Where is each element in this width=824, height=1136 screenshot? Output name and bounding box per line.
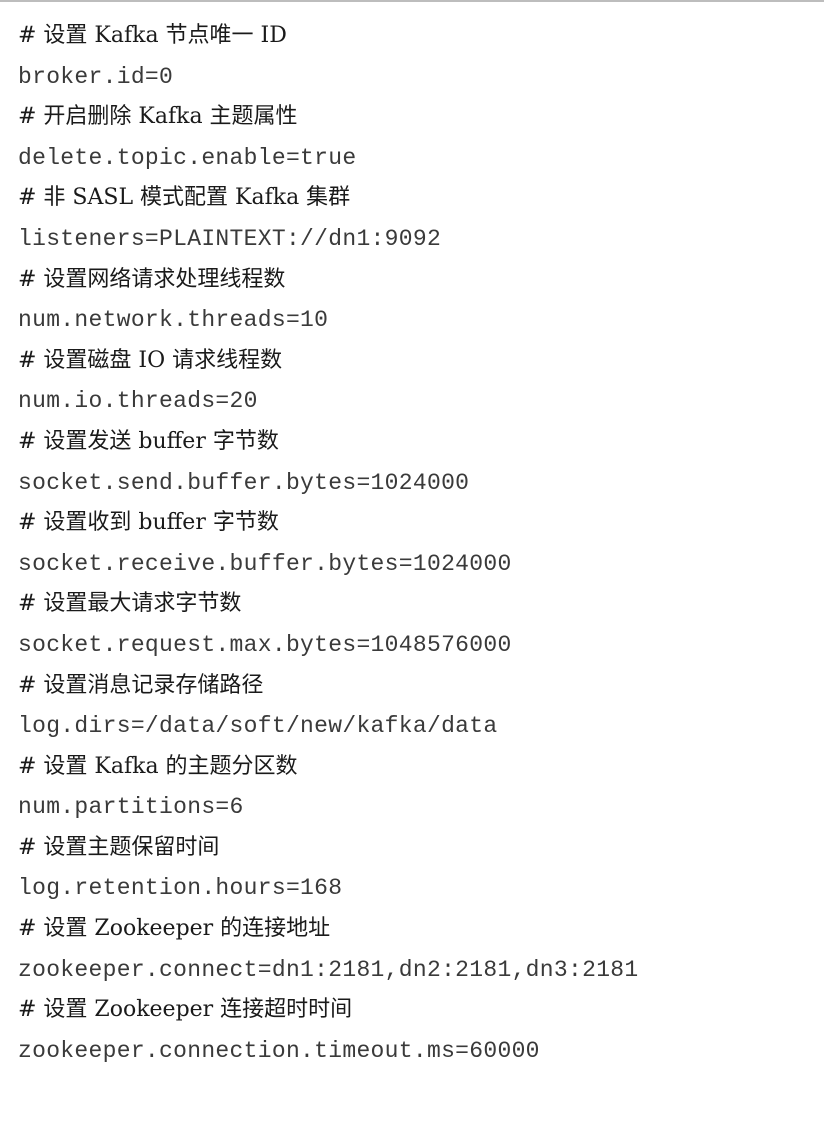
comment-line-delete-topic: # 开启删除 Kafka 主题属性	[18, 104, 298, 130]
config-line-network-threads: num.network.threads=10	[18, 307, 329, 334]
config-line-broker-id: broker.id=0	[18, 63, 174, 90]
config-line-zookeeper-timeout: zookeeper.connection.timeout.ms=60000	[18, 1037, 540, 1064]
comment-line-request-max: # 设置最大请求字节数	[18, 591, 242, 617]
config-line-retention: log.retention.hours=168	[18, 875, 343, 902]
kafka-config-listing: # 设置 Kafka 节点唯一 ID broker.id=0 # 开启删除 Ka…	[18, 16, 824, 1071]
comment-line-receive-buffer: # 设置收到 buffer 字节数	[18, 510, 279, 536]
comment-line-network-threads: # 设置网络请求处理线程数	[18, 266, 286, 292]
comment-line-retention: # 设置主题保留时间	[18, 834, 220, 860]
config-line-zookeeper-connect: zookeeper.connect=dn1:2181,dn2:2181,dn3:…	[18, 956, 639, 983]
document-page: # 设置 Kafka 节点唯一 ID broker.id=0 # 开启删除 Ka…	[0, 0, 824, 1136]
config-line-receive-buffer: socket.receive.buffer.bytes=1024000	[18, 550, 512, 577]
config-line-send-buffer: socket.send.buffer.bytes=1024000	[18, 469, 470, 496]
comment-line-broker-id: # 设置 Kafka 节点唯一 ID	[18, 23, 287, 48]
config-line-request-max: socket.request.max.bytes=1048576000	[18, 631, 512, 658]
config-line-io-threads: num.io.threads=20	[18, 388, 258, 415]
config-line-listeners: listeners=PLAINTEXT://dn1:9092	[18, 225, 442, 252]
comment-line-zookeeper-connect: # 设置 Zookeeper 的连接地址	[18, 916, 331, 942]
comment-line-io-threads: # 设置磁盘 IO 请求线程数	[18, 347, 283, 373]
comment-line-log-dirs: # 设置消息记录存储路径	[18, 672, 264, 698]
config-line-partitions: num.partitions=6	[18, 794, 244, 821]
comment-line-listeners: # 非 SASL 模式配置 Kafka 集群	[18, 185, 351, 211]
comment-line-send-buffer: # 设置发送 buffer 字节数	[18, 428, 279, 454]
config-line-delete-topic: delete.topic.enable=true	[18, 144, 357, 171]
config-line-log-dirs: log.dirs=/data/soft/new/kafka/data	[18, 713, 498, 740]
comment-line-zookeeper-timeout: # 设置 Zookeeper 连接超时时间	[18, 997, 353, 1023]
comment-line-partitions: # 设置 Kafka 的主题分区数	[18, 753, 298, 779]
